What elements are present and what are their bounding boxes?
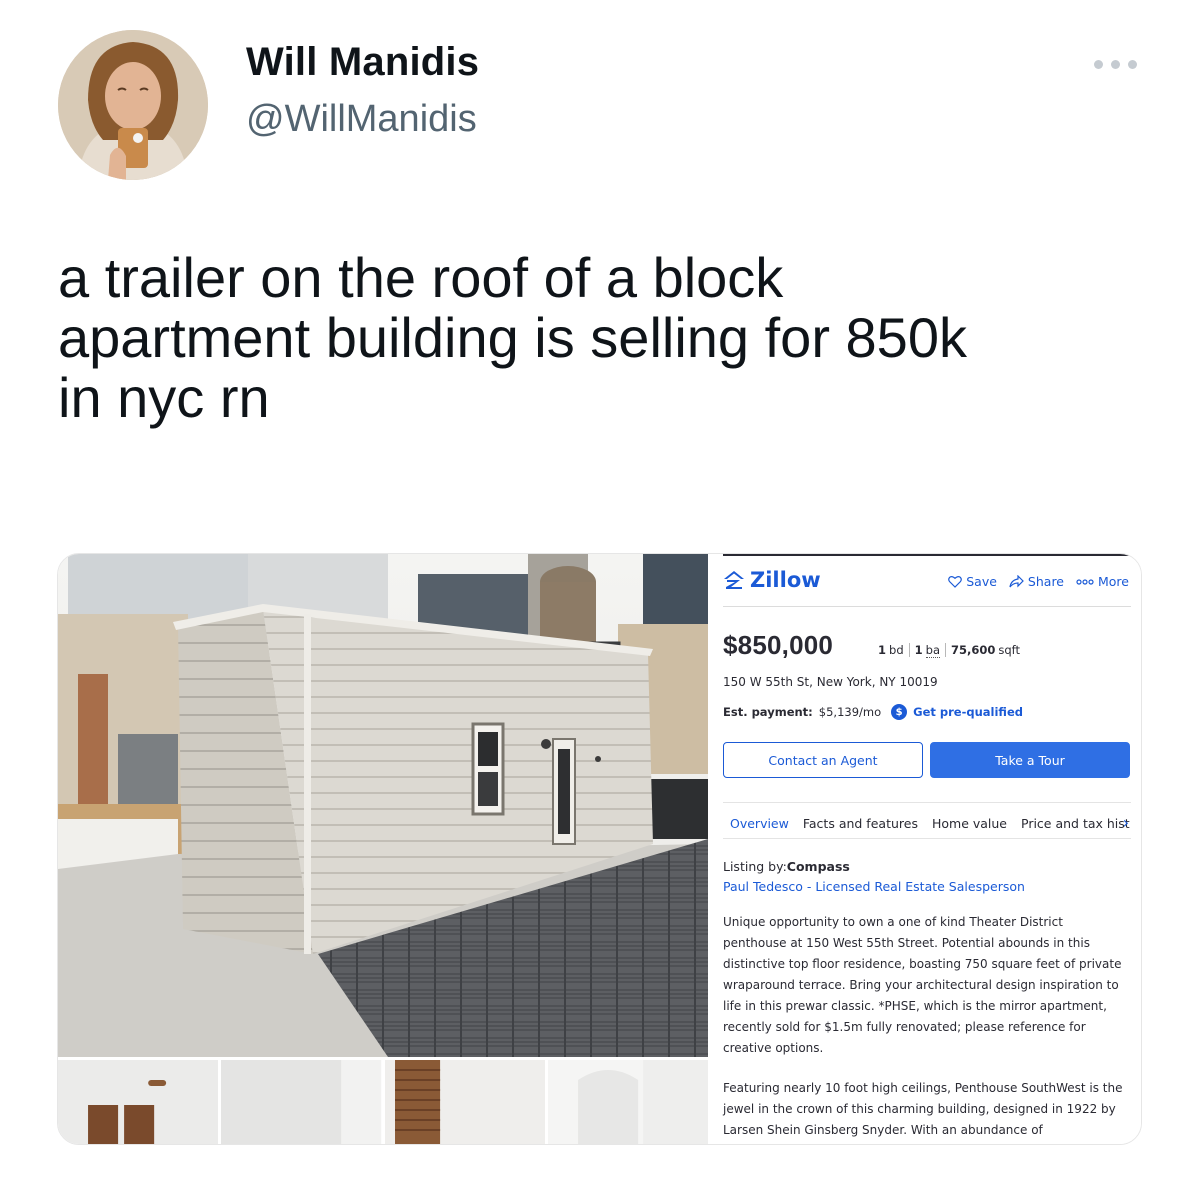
avatar[interactable] bbox=[58, 30, 208, 180]
tab-facts-and-features[interactable]: Facts and features bbox=[803, 816, 918, 831]
share-label: Share bbox=[1027, 574, 1064, 589]
description-paragraph-2: Featuring nearly 10 foot high ceilings, … bbox=[723, 1081, 1123, 1137]
listing-address: 150 W 55th St, New York, NY 10019 bbox=[723, 675, 938, 689]
zillow-listing-panel: Zillow Save Share More $850,000 1 bd 1 b… bbox=[708, 554, 1141, 1144]
chevron-right-icon[interactable]: › bbox=[1123, 813, 1129, 832]
listing-price: $850,000 bbox=[723, 630, 834, 660]
share-icon bbox=[1009, 575, 1024, 588]
thumbnail[interactable] bbox=[547, 1060, 708, 1144]
zillow-logo-icon bbox=[724, 571, 744, 589]
listing-actions: Save Share More bbox=[948, 574, 1129, 589]
beds-label: bd bbox=[889, 643, 904, 657]
baths-fact[interactable]: 1 ba bbox=[910, 643, 946, 658]
dot bbox=[1093, 59, 1103, 69]
tabs-divider-top bbox=[723, 802, 1131, 803]
description-paragraph-1: Unique opportunity to own a one of kind … bbox=[723, 915, 1122, 1055]
listing-photo[interactable] bbox=[58, 554, 708, 1057]
baths-label: ba bbox=[925, 643, 940, 658]
baths-number: 1 bbox=[914, 643, 923, 657]
zillow-logo[interactable]: Zillow bbox=[723, 568, 821, 592]
tweet-media[interactable]: Zillow Save Share More $850,000 1 bd 1 b… bbox=[57, 553, 1142, 1145]
get-prequalified-link[interactable]: Get pre-qualified bbox=[913, 705, 1023, 719]
save-label: Save bbox=[966, 574, 997, 589]
contact-agent-button[interactable]: Contact an Agent bbox=[723, 742, 923, 778]
heart-icon bbox=[948, 576, 963, 588]
more-label: More bbox=[1098, 574, 1129, 589]
listing-by: Listing by:Compass bbox=[723, 859, 850, 874]
est-payment-label: Est. payment: bbox=[723, 705, 813, 719]
agent-link[interactable]: Paul Tedesco - Licensed Real Estate Sale… bbox=[723, 879, 1025, 894]
more-dots-icon bbox=[1076, 578, 1094, 585]
thumbnail[interactable] bbox=[221, 1060, 382, 1144]
tab-home-value[interactable]: Home value bbox=[932, 816, 1007, 831]
tabs-divider-bottom bbox=[723, 838, 1131, 839]
thumbnail[interactable] bbox=[58, 1060, 219, 1144]
dot bbox=[1127, 59, 1137, 69]
beds-fact: 1 bd bbox=[873, 643, 910, 657]
listing-tabs: Overview Facts and features Home value P… bbox=[730, 816, 1130, 831]
listing-by-label: Listing by: bbox=[723, 859, 787, 874]
header-divider bbox=[723, 606, 1131, 607]
listing-by-company: Compass bbox=[786, 859, 850, 874]
more-options-icon[interactable] bbox=[1090, 52, 1140, 76]
thumbnail-strip[interactable] bbox=[58, 1060, 708, 1144]
tab-price-and-tax-history[interactable]: Price and tax hist bbox=[1021, 816, 1130, 831]
more-button[interactable]: More bbox=[1076, 574, 1129, 589]
author-handle[interactable]: @WillManidis bbox=[246, 98, 477, 141]
save-button[interactable]: Save bbox=[948, 574, 997, 589]
zillow-logo-text: Zillow bbox=[750, 568, 821, 592]
top-divider bbox=[723, 554, 1131, 556]
sqft-fact: 75,600 sqft bbox=[946, 643, 1025, 657]
dot bbox=[1110, 59, 1120, 69]
estimated-payment: Est. payment: $5,139/mo $ Get pre-qualif… bbox=[723, 704, 1023, 720]
tab-overview[interactable]: Overview bbox=[730, 816, 789, 831]
tweet-text: a trailer on the roof of a block apartme… bbox=[58, 246, 967, 429]
dollar-icon: $ bbox=[891, 704, 908, 720]
est-payment-value: $5,139/mo bbox=[818, 705, 882, 719]
avatar-photo bbox=[58, 30, 208, 180]
listing-facts: 1 bd 1 ba 75,600 sqft bbox=[873, 643, 1025, 658]
take-tour-button[interactable]: Take a Tour bbox=[930, 742, 1130, 778]
share-button[interactable]: Share bbox=[1009, 574, 1064, 589]
sqft-number: 75,600 bbox=[951, 643, 996, 657]
author-name[interactable]: Will Manidis bbox=[246, 40, 479, 85]
beds-number: 1 bbox=[878, 643, 887, 657]
thumbnail[interactable] bbox=[384, 1060, 545, 1144]
sqft-label: sqft bbox=[998, 643, 1021, 657]
